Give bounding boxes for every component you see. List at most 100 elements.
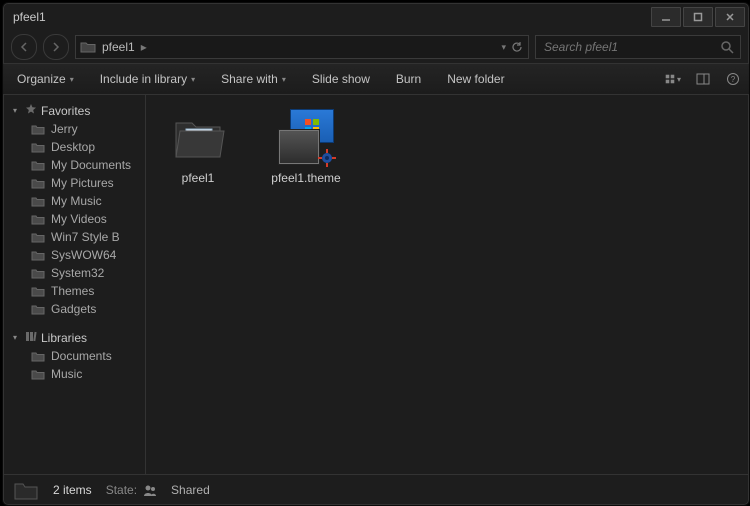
sidebar-item[interactable]: SysWOW64 (3, 246, 145, 264)
arrow-left-icon (19, 42, 29, 52)
sidebar-item[interactable]: My Documents (3, 156, 145, 174)
sidebar-item-label: Documents (51, 349, 112, 363)
file-item-label: pfeel1.theme (271, 171, 340, 185)
share-with-button[interactable]: Share with▾ (215, 68, 292, 90)
sidebar-item[interactable]: My Music (3, 192, 145, 210)
sidebar-item[interactable]: System32 (3, 264, 145, 282)
folder-icon (31, 195, 45, 207)
sidebar-item-label: Jerry (51, 122, 78, 136)
sidebar-item[interactable]: Documents (3, 347, 145, 365)
pane-icon (696, 72, 710, 86)
folder-icon (80, 40, 96, 54)
folder-icon (31, 213, 45, 225)
folder-icon (31, 350, 45, 362)
new-folder-button[interactable]: New folder (441, 68, 510, 90)
libraries-group: ▾ Libraries Documents Music (3, 328, 145, 383)
sidebar-item-label: Desktop (51, 140, 95, 154)
folder-icon (31, 267, 45, 279)
maximize-icon (693, 12, 703, 22)
sidebar-item-label: My Documents (51, 158, 131, 172)
folder-icon (31, 177, 45, 189)
folder-icon (31, 141, 45, 153)
favorites-header[interactable]: ▾ Favorites (3, 101, 145, 120)
sidebar-item-label: My Videos (51, 212, 107, 226)
help-icon: ? (726, 72, 740, 86)
navigation-pane: ▾ Favorites Jerry Desktop My Documents My P… (3, 95, 146, 474)
view-options-button[interactable]: ▾ (665, 71, 681, 87)
sidebar-item[interactable]: Themes (3, 282, 145, 300)
help-button[interactable]: ? (725, 71, 741, 87)
sidebar-item-label: Music (51, 367, 82, 381)
maximize-button[interactable] (683, 7, 713, 27)
sidebar-item[interactable]: Music (3, 365, 145, 383)
preview-pane-button[interactable] (695, 71, 711, 87)
breadcrumb-segment[interactable]: pfeel1 (102, 40, 135, 54)
include-in-library-button[interactable]: Include in library▾ (94, 68, 201, 90)
star-icon (25, 103, 37, 118)
search-icon (720, 40, 734, 54)
folder-icon (31, 123, 45, 135)
burn-button[interactable]: Burn (390, 68, 427, 90)
body: ▾ Favorites Jerry Desktop My Documents My P… (3, 95, 749, 474)
organize-button[interactable]: Organize▾ (11, 68, 80, 90)
state-value: Shared (171, 483, 210, 497)
sidebar-item-label: Themes (51, 284, 94, 298)
search-input[interactable] (542, 39, 720, 55)
folder-icon (13, 479, 39, 501)
view-icon (665, 72, 675, 86)
sidebar-item-label: My Pictures (51, 176, 114, 190)
minimize-icon (661, 12, 671, 22)
file-item-folder[interactable]: pfeel1 (158, 107, 238, 185)
sidebar-item[interactable]: My Videos (3, 210, 145, 228)
sidebar-item[interactable]: My Pictures (3, 174, 145, 192)
slideshow-button[interactable]: Slide show (306, 68, 376, 90)
folder-icon (31, 368, 45, 380)
sidebar-item-label: Win7 Style B (51, 230, 120, 244)
sidebar-item-label: My Music (51, 194, 102, 208)
folder-icon (31, 249, 45, 261)
folder-thumbnail-icon (168, 107, 228, 167)
search-box[interactable] (535, 35, 741, 59)
sidebar-item[interactable]: Gadgets (3, 300, 145, 318)
folder-icon (31, 159, 45, 171)
file-item-theme[interactable]: pfeel1.theme (266, 107, 346, 185)
status-bar: 2 items State: Shared (3, 474, 749, 505)
sidebar-item[interactable]: Win7 Style B (3, 228, 145, 246)
arrow-right-icon (51, 42, 61, 52)
minimize-button[interactable] (651, 7, 681, 27)
close-icon (725, 12, 735, 22)
folder-icon (31, 285, 45, 297)
sidebar-item[interactable]: Jerry (3, 120, 145, 138)
theme-thumbnail-icon (276, 107, 336, 167)
sidebar-item-label: SysWOW64 (51, 248, 116, 262)
gear-overlay-icon (318, 149, 336, 167)
back-button[interactable] (11, 34, 37, 60)
refresh-icon[interactable] (510, 40, 524, 54)
item-count: 2 items (53, 483, 92, 497)
address-row: pfeel1 ▸ ▾ (3, 31, 749, 63)
libraries-label: Libraries (41, 331, 87, 345)
shared-icon (143, 483, 157, 497)
explorer-window: pfeel1 pfeel1 ▸ ▾ (2, 2, 750, 506)
folder-icon (31, 303, 45, 315)
breadcrumb-separator: ▸ (141, 40, 147, 54)
dropdown-icon[interactable]: ▾ (501, 42, 506, 53)
libraries-header[interactable]: ▾ Libraries (3, 328, 145, 347)
sidebar-item-label: System32 (51, 266, 104, 280)
file-item-label: pfeel1 (182, 171, 215, 185)
close-button[interactable] (715, 7, 745, 27)
favorites-label: Favorites (41, 104, 90, 118)
library-icon (25, 330, 37, 345)
svg-text:?: ? (731, 75, 736, 84)
toolbar: Organize▾ Include in library▾ Share with… (3, 63, 749, 95)
chevron-down-icon: ▾ (13, 333, 21, 342)
forward-button[interactable] (43, 34, 69, 60)
state-label: State: (106, 483, 137, 497)
address-bar[interactable]: pfeel1 ▸ ▾ (75, 35, 529, 59)
window-title: pfeel1 (13, 10, 46, 24)
titlebar: pfeel1 (3, 3, 749, 31)
file-view[interactable]: pfeel1 (146, 95, 749, 474)
sidebar-item[interactable]: Desktop (3, 138, 145, 156)
favorites-group: ▾ Favorites Jerry Desktop My Documents My P… (3, 101, 145, 318)
chevron-down-icon: ▾ (13, 106, 21, 115)
